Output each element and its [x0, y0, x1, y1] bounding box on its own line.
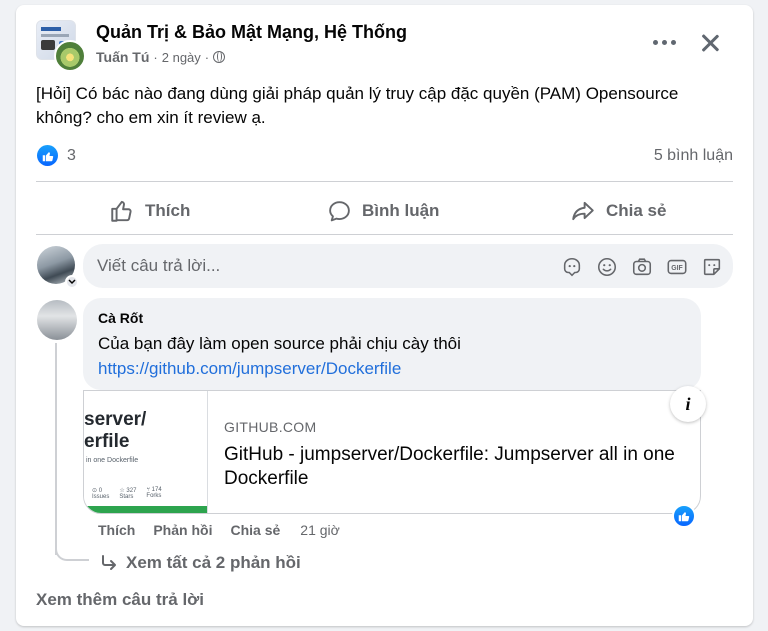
stat-stars-label: Stars [119, 494, 134, 500]
camera-icon[interactable] [631, 256, 653, 278]
comment-text: Của bạn đây làm open source phải chịu cà… [98, 334, 461, 353]
meta-separator: · [204, 49, 210, 65]
view-replies-button[interactable]: Xem tất cả 2 phản hồi [100, 553, 301, 573]
globe-icon [213, 51, 226, 63]
comment-composer[interactable]: GIF [83, 244, 733, 288]
link-preview-image: server/ erfile in one Dockerfile ⊙ 0 Issu… [84, 391, 208, 513]
comment-like-reaction-icon[interactable] [672, 504, 696, 528]
dot-icon [652, 39, 658, 45]
stat-issues: ⊙ 0 [92, 488, 103, 494]
speech-bubble-icon [329, 200, 350, 221]
preview-image-text: server/ [84, 409, 147, 430]
author-name[interactable]: Tuấn Tú [96, 49, 149, 65]
link-preview-card[interactable]: server/ erfile in one Dockerfile ⊙ 0 Issu… [83, 390, 701, 514]
thumbs-up-icon [678, 512, 690, 522]
close-button[interactable] [694, 27, 726, 59]
composer-icons: GIF [561, 256, 723, 278]
link-preview-title: GitHub - jumpserver/Dockerfile: Jumpserv… [224, 444, 675, 489]
info-icon[interactable]: i [670, 386, 706, 422]
chevron-down-icon[interactable] [65, 275, 79, 289]
dot-icon [670, 39, 676, 45]
like-label: Thích [145, 201, 191, 220]
comment-share-button[interactable]: Chia sẻ [230, 522, 280, 538]
comment-time[interactable]: 21 giờ [300, 522, 340, 538]
view-replies-label: Xem tất cả 2 phản hồi [126, 553, 301, 572]
post-meta: Tuấn Tú · 2 ngày · [96, 49, 226, 65]
share-arrow-icon [572, 201, 594, 221]
preview-image-bar [84, 506, 207, 513]
share-label: Chia sẻ [606, 201, 667, 220]
comment-link[interactable]: https://github.com/jumpserver/Dockerfile [98, 359, 401, 379]
dot-icon [661, 39, 667, 45]
view-more-comments-button[interactable]: Xem thêm câu trả lời [36, 590, 204, 610]
like-count[interactable]: 3 [67, 147, 76, 165]
post-time[interactable]: 2 ngày [162, 50, 201, 65]
reply-arrow-icon [102, 555, 116, 570]
comment-count[interactable]: 5 bình luận [654, 147, 733, 165]
gif-icon[interactable]: GIF [666, 256, 688, 278]
post-card: Quản Trị & Bảo Mật Mạng, Hệ Thống Tuấn T… [16, 5, 753, 626]
comment-reply-button[interactable]: Phản hồi [153, 522, 212, 538]
like-button[interactable]: Thích [109, 191, 190, 231]
like-reaction-icon[interactable] [37, 145, 58, 166]
comment-actions: Thích Phản hồi Chia sẻ 21 giờ [98, 522, 340, 538]
preview-image-stats: ⊙ 0 Issues ☆ 327 Stars ⑂ 174 Forks [92, 487, 162, 500]
thread-line [55, 343, 57, 555]
comment-label: Bình luận [362, 201, 440, 220]
meta-separator: · [153, 49, 158, 65]
preview-image-text: in one Dockerfile [86, 457, 139, 464]
group-name[interactable]: Quản Trị & Bảo Mật Mạng, Hệ Thống [96, 22, 407, 43]
commenter-avatar[interactable] [37, 300, 77, 340]
stat-forks-label: Forks [146, 493, 162, 499]
link-preview-domain: GITHUB.COM [224, 419, 317, 435]
divider [36, 234, 733, 235]
author-avatar[interactable] [54, 40, 86, 72]
divider [36, 181, 733, 182]
sticker-icon[interactable] [701, 256, 723, 278]
emoji-icon[interactable] [596, 256, 618, 278]
comment-like-button[interactable]: Thích [98, 522, 135, 538]
thumbs-up-icon [42, 151, 53, 161]
stat-stars: ☆ 327 [119, 488, 137, 494]
thumbs-up-icon [111, 200, 132, 222]
avatar-sticker-icon[interactable] [561, 256, 583, 278]
preview-image-text: erfile [84, 431, 130, 452]
stat-issues-label: Issues [92, 494, 110, 500]
share-button[interactable]: Chia sẻ [570, 191, 666, 231]
thread-connector [55, 535, 89, 561]
reply-input[interactable] [97, 256, 517, 276]
more-options-button[interactable] [646, 31, 682, 53]
commenter-name[interactable]: Cà Rốt [98, 310, 143, 326]
post-text: [Hỏi] Có bác nào đang dùng giải pháp quả… [36, 84, 679, 127]
svg-text:GIF: GIF [671, 265, 682, 272]
comment-button[interactable]: Bình luận [327, 191, 439, 231]
